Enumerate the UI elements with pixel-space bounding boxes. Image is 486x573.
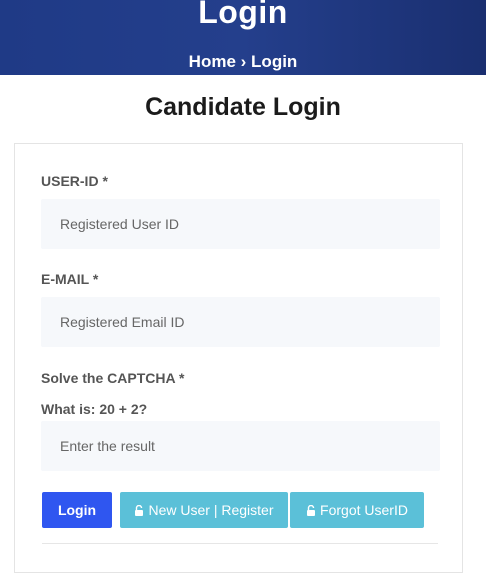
userid-label: USER-ID * bbox=[41, 173, 108, 189]
captcha-question: What is: 20 + 2? bbox=[41, 401, 148, 417]
unlock-icon bbox=[307, 504, 316, 516]
login-button[interactable]: Login bbox=[42, 492, 112, 528]
form-divider bbox=[42, 543, 438, 544]
page-title: Candidate Login bbox=[145, 93, 341, 121]
email-input[interactable] bbox=[41, 297, 440, 347]
email-label: E-MAIL * bbox=[41, 271, 99, 287]
forgot-userid-button[interactable]: Forgot UserID bbox=[290, 492, 424, 528]
page-banner: Login Home › Login bbox=[0, 0, 486, 75]
breadcrumb-home[interactable]: Home bbox=[189, 52, 236, 72]
captcha-label: Solve the CAPTCHA * bbox=[41, 370, 185, 386]
breadcrumb-separator: › bbox=[240, 52, 247, 71]
breadcrumb: Home › Login bbox=[0, 52, 486, 72]
breadcrumb-current: Login bbox=[251, 52, 298, 71]
banner-title: Login bbox=[198, 0, 288, 30]
forgot-button-label: Forgot UserID bbox=[320, 502, 408, 518]
unlock-icon bbox=[135, 504, 144, 516]
register-button[interactable]: New User | Register bbox=[120, 492, 288, 528]
userid-input[interactable] bbox=[41, 199, 440, 249]
register-button-label: New User | Register bbox=[148, 502, 274, 518]
captcha-input[interactable] bbox=[41, 421, 440, 471]
